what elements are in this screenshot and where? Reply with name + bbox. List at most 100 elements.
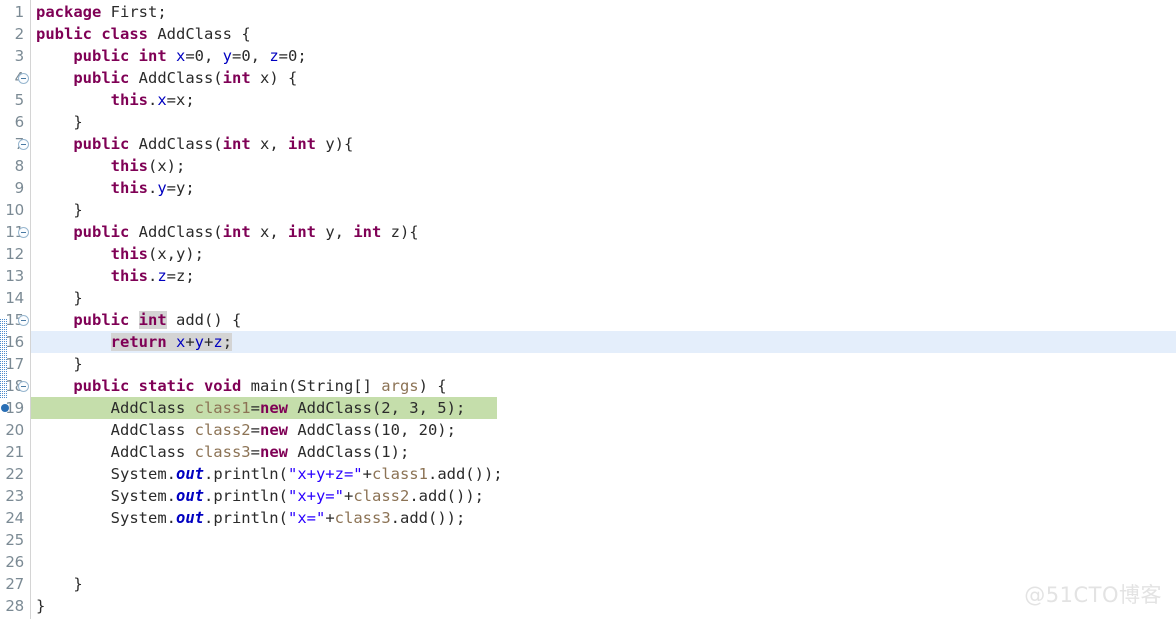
code-text[interactable]: this(x,y);: [36, 243, 204, 265]
code-token: x,: [259, 135, 288, 153]
code-token: args: [381, 377, 419, 395]
code-text[interactable]: this(x);: [36, 155, 186, 177]
code-text[interactable]: }: [36, 287, 82, 309]
code-text[interactable]: this.x=x;: [36, 89, 195, 111]
fold-collapse-icon[interactable]: [18, 381, 29, 392]
fold-collapse-icon[interactable]: [18, 315, 29, 326]
code-line[interactable]: 7 public AddClass(int x, int y){: [0, 133, 1176, 155]
code-token: =: [250, 399, 260, 417]
code-line[interactable]: 9 this.y=y;: [0, 177, 1176, 199]
code-token: AddClass(10, 20);: [297, 421, 456, 439]
code-line[interactable]: 11 public AddClass(int x, int y, int z){: [0, 221, 1176, 243]
code-text[interactable]: }: [36, 353, 83, 375]
code-line[interactable]: 23 System.out.println("x+y="+class2.add(…: [0, 485, 1176, 507]
code-line[interactable]: 19 AddClass class1=new AddClass(2, 3, 5)…: [0, 397, 1176, 419]
code-text[interactable]: AddClass class2=new AddClass(10, 20);: [36, 419, 456, 441]
line-number: 16: [5, 333, 24, 351]
code-line[interactable]: 2 public class AddClass {: [0, 23, 1176, 45]
code-token: ) {: [418, 377, 447, 395]
code-token: public: [73, 311, 139, 329]
code-token: package: [36, 3, 111, 21]
code-line[interactable]: 25: [0, 529, 1176, 551]
code-text[interactable]: AddClass class1=new AddClass(2, 3, 5);: [36, 397, 466, 419]
line-number: 8: [14, 157, 25, 175]
code-text[interactable]: public int x=0, y=0, z=0;: [36, 45, 306, 67]
code-token: First;: [110, 3, 167, 21]
fold-collapse-icon[interactable]: [18, 227, 29, 238]
code-token: .add());: [409, 487, 484, 505]
code-text[interactable]: AddClass class3=new AddClass(1);: [36, 441, 410, 463]
code-line[interactable]: 17 }: [0, 353, 1176, 375]
code-token: }: [36, 355, 83, 373]
code-text[interactable]: System.out.println("x+y+z="+class1.add()…: [36, 463, 503, 485]
code-token: add() {: [166, 311, 242, 329]
code-text[interactable]: public int add() {: [36, 309, 241, 331]
code-token: AddClass: [36, 399, 195, 417]
code-token: AddClass(1);: [297, 443, 410, 461]
code-line[interactable]: 12 this(x,y);: [0, 243, 1176, 265]
code-text[interactable]: }: [36, 199, 82, 221]
code-editor[interactable]: 1 package First; 2 public class AddClass {3…: [0, 0, 1176, 619]
code-line[interactable]: 21 AddClass class3=new AddClass(1);: [0, 441, 1176, 463]
code-token: class2: [194, 421, 251, 439]
code-text[interactable]: public AddClass(int x) {: [36, 67, 297, 89]
code-text[interactable]: return x+y+z;: [36, 331, 233, 353]
code-token: "x+y=": [287, 487, 344, 505]
code-line[interactable]: 4 public AddClass(int x) {: [0, 67, 1176, 89]
code-text[interactable]: System.out.println("x+y="+class2.add());: [36, 485, 484, 507]
code-text[interactable]: }: [36, 573, 82, 595]
code-line[interactable]: 8 this(x);: [0, 155, 1176, 177]
code-token: .add());: [427, 465, 503, 483]
code-line[interactable]: 18 public static void main(String[] args…: [0, 375, 1176, 397]
code-token: AddClass(2, 3, 5);: [297, 399, 466, 417]
code-token: =0,: [232, 47, 270, 65]
fold-collapse-icon[interactable]: [18, 139, 29, 150]
code-text[interactable]: }: [36, 595, 45, 617]
code-line[interactable]: 5 this.x=x;: [0, 89, 1176, 111]
code-token: .println(: [203, 509, 288, 527]
fold-collapse-icon[interactable]: [18, 73, 29, 84]
code-token: z: [213, 333, 223, 351]
code-line[interactable]: 1 package First;: [0, 1, 1176, 23]
code-token: AddClass(: [138, 69, 223, 87]
code-token: this: [110, 267, 148, 285]
code-token: +: [362, 465, 372, 483]
code-token: AddClass {: [157, 25, 251, 43]
code-line[interactable]: 22 System.out.println("x+y+z="+class1.ad…: [0, 463, 1176, 485]
code-token: x,: [259, 223, 288, 241]
code-line[interactable]: 14 }: [0, 287, 1176, 309]
code-line[interactable]: 26: [0, 551, 1176, 573]
code-line[interactable]: 15 public int add() {: [0, 309, 1176, 331]
code-token: AddClass(: [138, 223, 223, 241]
line-number: 10: [5, 201, 24, 219]
code-text[interactable]: System.out.println("x="+class3.add());: [36, 507, 466, 529]
code-token: y: [194, 333, 205, 351]
code-token: =: [250, 421, 260, 439]
code-line[interactable]: 20 AddClass class2=new AddClass(10, 20);: [0, 419, 1176, 441]
code-line[interactable]: 28}: [0, 595, 1176, 617]
code-text[interactable]: public class AddClass {: [36, 23, 251, 45]
code-line[interactable]: 3 public int x=0, y=0, z=0;: [0, 45, 1176, 67]
code-line[interactable]: 13 this.z=z;: [0, 265, 1176, 287]
code-text[interactable]: public AddClass(int x, int y){: [36, 133, 353, 155]
code-text[interactable]: public static void main(String[] args) {: [36, 375, 447, 397]
code-token: public class: [36, 25, 158, 43]
code-line[interactable]: 27 }: [0, 573, 1176, 595]
code-line[interactable]: 10 }: [0, 199, 1176, 221]
code-line[interactable]: 16 return x+y+z;: [0, 331, 1176, 353]
code-text[interactable]: package First;: [36, 1, 167, 23]
code-text[interactable]: public AddClass(int x, int y, int z){: [36, 221, 418, 243]
code-text[interactable]: this.z=z;: [36, 265, 195, 287]
code-line[interactable]: 24 System.out.println("x="+class3.add())…: [0, 507, 1176, 529]
code-token: System.: [36, 465, 176, 483]
code-token: y: [222, 47, 232, 65]
code-token: AddClass(: [138, 135, 223, 153]
code-token: =x;: [166, 91, 195, 109]
code-text[interactable]: }: [36, 111, 82, 133]
line-number: 20: [5, 421, 24, 439]
code-text[interactable]: this.y=y;: [36, 177, 195, 199]
code-token: .: [147, 179, 158, 197]
code-line[interactable]: 6 }: [0, 111, 1176, 133]
